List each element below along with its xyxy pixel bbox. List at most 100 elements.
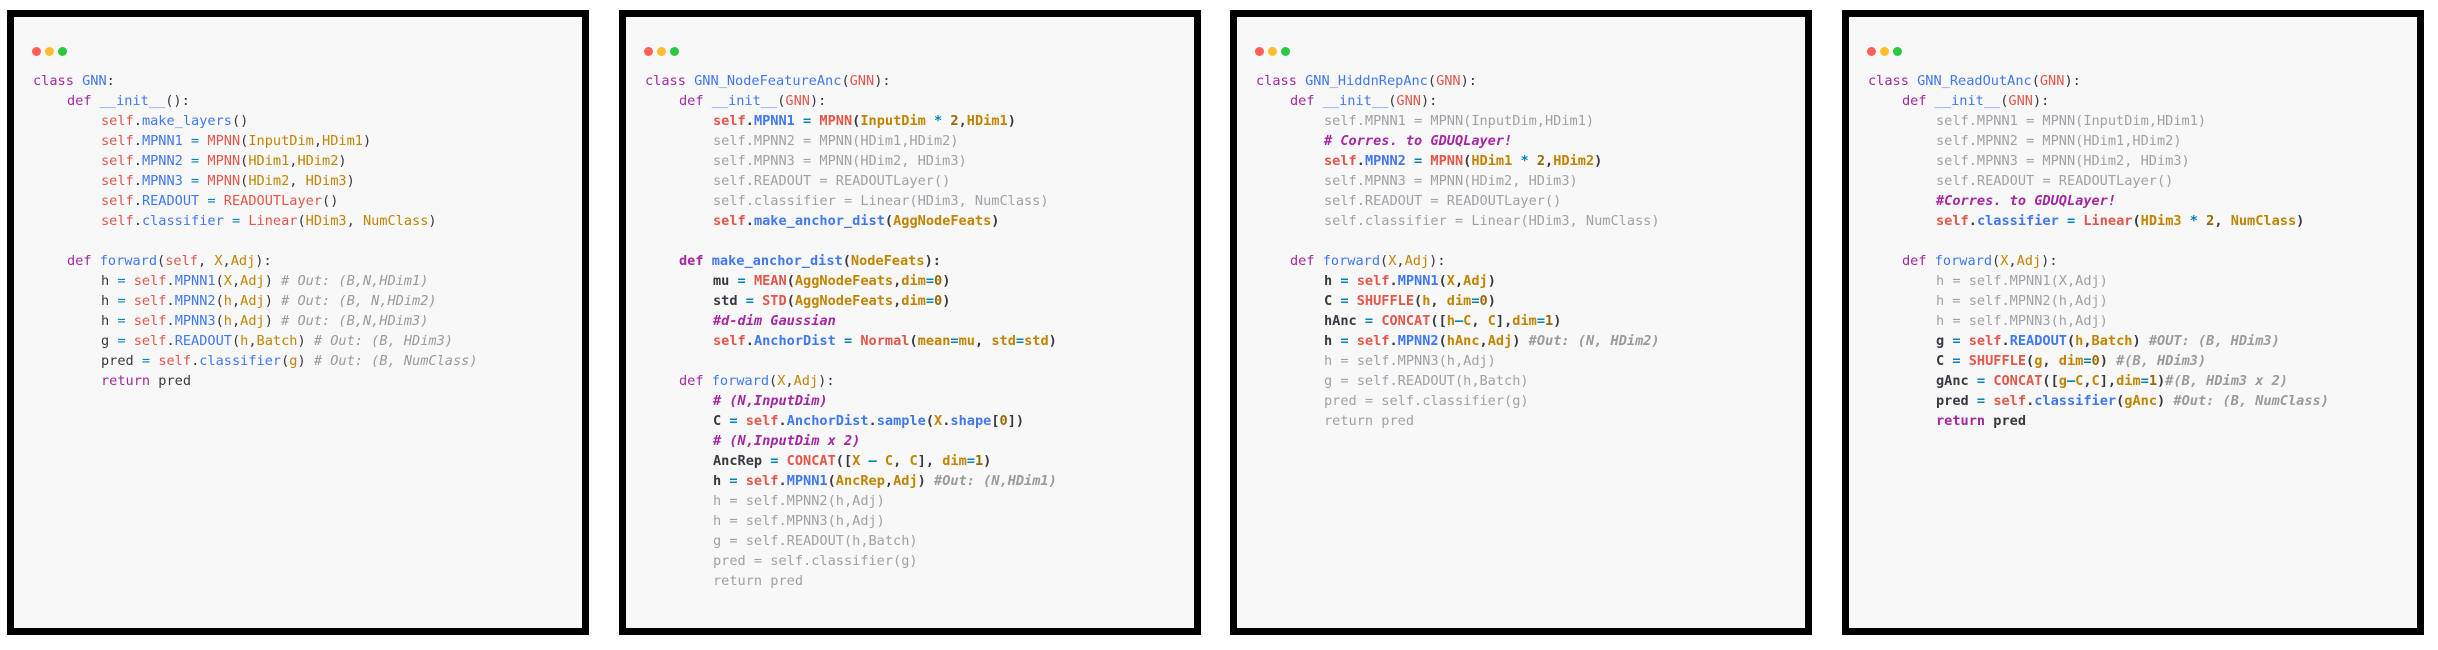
code-token: ( [842,253,851,269]
code-token: # Out: (B, N,HDim2) [281,293,437,309]
code-token: . [1968,213,1977,229]
code-token: def [679,253,712,269]
code-token: self [1324,153,1357,169]
maximize-dot[interactable] [58,47,67,56]
code-token: ]) [1007,413,1025,429]
code-token: = [925,273,935,289]
close-dot[interactable] [32,47,41,56]
code-token: ( [1380,253,1389,269]
code-token: self [101,153,134,169]
code-token: ) [2099,353,2117,369]
code-token: ): [818,373,835,389]
code-token: X [223,273,232,289]
code-line: #Corres. to GDUQLayer! [1868,191,2409,211]
code-line: def __init__(GNN): [645,91,1186,111]
code-token: . [133,173,142,189]
code-token: ( [215,273,224,289]
code-token: ) [297,353,314,369]
code-token: . [133,193,142,209]
code-token: , [785,373,794,389]
minimize-dot[interactable] [657,47,666,56]
code-token: #(B, HDim3 x 2) [2165,373,2288,389]
code-line: h = self.MPNN3(h,Adj) [645,511,1186,531]
code-token: ( [2066,333,2076,349]
code-token: ) [917,473,935,489]
window-controls [644,41,683,56]
code-token: , [974,333,992,349]
code-token: , [231,313,241,329]
code-token: 0 [934,273,943,289]
code-token: C [2091,373,2100,389]
minimize-dot[interactable] [1880,47,1889,56]
close-dot[interactable] [1867,47,1876,56]
code-line: self.MPNN3 = MPNN(HDim2, HDim3) [33,171,574,191]
code-token: SHUFFLE [1968,353,2027,369]
code-line: self.READOUT = READOUTLayer() [1868,171,2409,191]
code-token: self.MPNN3 = MPNN(HDim2, HDim3) [1324,173,1578,189]
code-token: h = self.MPNN2(h,Adj) [1936,293,2108,309]
code-token: . [2001,333,2010,349]
code-token: = [223,213,249,229]
code-token: ) [264,313,282,329]
close-dot[interactable] [1255,47,1264,56]
code-token: * [2181,213,2207,229]
code-token: g = self.READOUT(h,Batch) [1324,373,1529,389]
code-token: Adj [893,473,918,489]
window-controls [1867,41,1906,56]
code-token: classifier [1976,213,2059,229]
code-token: self [101,133,134,149]
code-token: dim [2116,373,2141,389]
code-line: h = self.MPNN3(h,Adj) [1868,311,2409,331]
code-token: , [222,253,231,269]
code-token: 2 [1536,153,1546,169]
code-token: self.classifier = Linear(HDim3, NumClass… [1324,213,1660,229]
code-token: gAnc [2124,393,2158,409]
minimize-dot[interactable] [1268,47,1277,56]
code-line: self.make_anchor_dist(AggNodeFeats) [645,211,1186,231]
code-line: self.make_layers() [33,111,574,131]
code-line: h = self.MPNN3(h,Adj) [1256,351,1797,371]
code-token: return [101,373,159,389]
code-token: def [1290,93,1323,109]
code-token: ) [1487,293,1496,309]
code-line: # (N,InputDim) [645,391,1186,411]
code-token: = [182,133,208,149]
maximize-dot[interactable] [1281,47,1290,56]
code-token: – [1454,313,1464,329]
code-token: dim [2058,353,2084,369]
code-token: = [2083,353,2092,369]
code-token: AncRep [835,473,885,489]
minimize-dot[interactable] [45,47,54,56]
code-token: = [1471,293,1480,309]
code-line: def __init__(GNN): [1868,91,2409,111]
code-line: pred = self.classifier(g) # Out: (B, Num… [33,351,574,371]
code-token: std [713,293,738,309]
code-token: C [713,413,722,429]
code-token: #OUT: (B, HDim3) [2148,333,2280,349]
code-line: gAnc = CONCAT([g–C,C],dim=1)#(B, HDim3 x… [1868,371,2409,391]
code-token: #Corres. to GDUQLayer! [1936,193,2117,209]
code-token: HDim3 [305,173,347,189]
code-token: ) [346,173,355,189]
code-token: MPNN2 [1364,153,1406,169]
close-dot[interactable] [644,47,653,56]
code-token: ( [841,73,850,89]
code-token: self [1356,273,1390,289]
maximize-dot[interactable] [1893,47,1902,56]
code-token: = [737,293,763,309]
code-token: – [860,453,885,469]
code-token: ], [917,453,943,469]
code-token: #Out: (N,HDim1) [934,473,1057,489]
code-token: READOUT [174,333,232,349]
code-line: def forward(X,Adj): [645,371,1186,391]
code-line: # Corres. to GDUQLayer! [1256,131,1797,151]
maximize-dot[interactable] [670,47,679,56]
code-token: forward [1934,253,1993,269]
code-line: self.MPNN3 = MPNN(HDim2, HDim3) [1256,171,1797,191]
code-token: ( [1992,253,2001,269]
code-token: pred = self.classifier(g) [713,553,918,569]
code-token: ): [809,93,827,109]
code-token: . [778,473,787,489]
code-token: – [2066,373,2076,389]
code-token: 0 [2091,353,2100,369]
